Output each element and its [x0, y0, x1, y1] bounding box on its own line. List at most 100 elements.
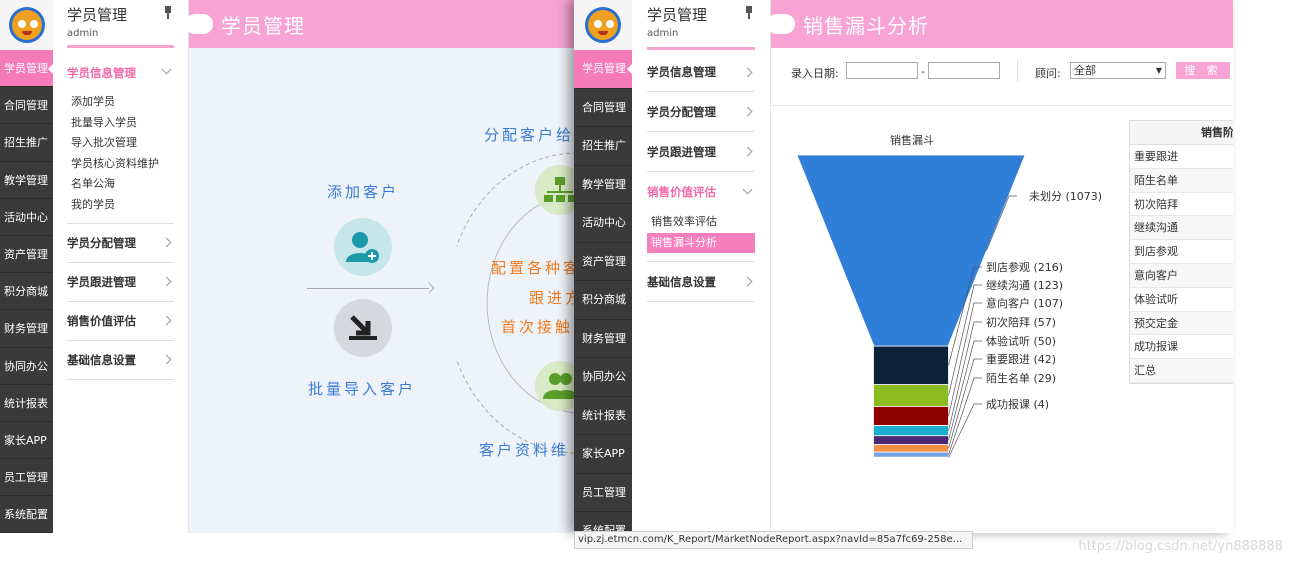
table-header: 销售阶 — [1130, 121, 1233, 145]
nav-item-contract[interactable]: 合同管理 — [574, 89, 632, 127]
funnel-segment-5[interactable] — [873, 435, 949, 446]
start-date-input[interactable] — [846, 62, 918, 79]
app-logo — [574, 0, 632, 50]
table-row: 体验试听 — [1130, 288, 1233, 312]
funnel-segment-1[interactable] — [873, 345, 949, 386]
funnel-segment-2[interactable] — [873, 384, 949, 407]
nav-item-teaching[interactable]: 教学管理 — [0, 162, 53, 199]
nav-item-finance[interactable]: 财务管理 — [0, 310, 53, 348]
sidebar-user: admin — [647, 28, 679, 39]
sidebar-group-assign: 学员分配管理 — [67, 224, 174, 263]
nav-item-enrollment[interactable]: 招生推广 — [574, 127, 632, 166]
sales-funnel-window: 学员管理 合同管理 招生推广 教学管理 活动中心 资产管理 积分商城 财务管理 … — [574, 0, 1233, 533]
sidebar-group-header[interactable]: 学员跟进管理 — [67, 263, 174, 301]
nav-item-assets[interactable]: 资产管理 — [0, 236, 53, 274]
nav-item-staff[interactable]: 员工管理 — [0, 459, 53, 497]
import-icon — [349, 315, 377, 340]
sidebar-group-header[interactable]: 基础信息设置 — [647, 262, 755, 302]
sales-stage-table: 销售阶 重要跟进 陌生名单 初次陪拜 继续沟通 到店参观 意向客户 体验试听 预… — [1129, 120, 1233, 384]
submenu-item-sales-funnel[interactable]: 销售漏斗分析 — [647, 232, 755, 253]
nav-item-student[interactable]: 学员管理 — [574, 50, 632, 89]
nav-item-parent-app[interactable]: 家长APP — [574, 435, 632, 474]
sidebar-group-header[interactable]: 销售价值评估 — [647, 172, 755, 212]
funnel-segment-8[interactable] — [873, 456, 949, 459]
add-customer-label: 添加客户 — [327, 183, 400, 201]
table-row: 成功报课 — [1130, 335, 1233, 360]
sidebar-group-header[interactable]: 销售价值评估 — [67, 302, 174, 340]
header-pill-icon — [767, 14, 795, 34]
pin-icon[interactable] — [164, 6, 172, 20]
sidebar-header: 学员管理 admin — [647, 0, 755, 50]
nav-item-office[interactable]: 协同办公 — [574, 358, 632, 397]
nav-item-activity[interactable]: 活动中心 — [574, 204, 632, 243]
table-row: 重要跟进 — [1130, 145, 1233, 169]
sidebar-group-header[interactable]: 学员分配管理 — [67, 224, 174, 262]
batch-import-button[interactable] — [334, 299, 392, 357]
sales-funnel-chart: 未划分 (1073) 到店参观 (216) 继续沟通 (123) 意向客户 (107)… — [796, 154, 1102, 459]
funnel-label-1: 到店参观 (216) — [986, 260, 1063, 274]
sidebar-group-header[interactable]: 学员分配管理 — [647, 92, 755, 132]
add-customer-button[interactable] — [334, 218, 392, 276]
table-row: 意向客户 — [1130, 263, 1233, 288]
app-logo — [0, 0, 53, 50]
sidebar-group-header[interactable]: 学员跟进管理 — [647, 132, 755, 172]
chart-title: 销售漏斗 — [890, 134, 934, 147]
nav-item-reports[interactable]: 统计报表 — [574, 397, 632, 435]
funnel-label-3: 意向客户 (107) — [986, 296, 1063, 310]
nav-item-points-mall[interactable]: 积分商城 — [0, 273, 53, 311]
submenu-item-batch-import[interactable]: 批量导入学员 — [67, 113, 174, 134]
submenu-item-sales-efficiency[interactable]: 销售效率评估 — [647, 212, 755, 233]
nav-item-office[interactable]: 协同办公 — [0, 348, 53, 385]
sidebar-group-follow: 学员跟进管理 — [67, 263, 174, 302]
funnel-segment-4[interactable] — [873, 425, 949, 437]
arrow-right-icon — [423, 282, 435, 294]
nav-item-assets[interactable]: 资产管理 — [574, 243, 632, 281]
status-bar-url: vip.zj.etmcn.com/K_Report/MarketNodeRepo… — [574, 531, 973, 549]
sidebar-group-sales-value: 销售价值评估 销售效率评估 销售漏斗分析 — [647, 172, 755, 262]
nav-item-finance[interactable]: 财务管理 — [574, 320, 632, 358]
end-date-input[interactable] — [928, 62, 1000, 79]
student-management-window: 学员管理 合同管理 招生推广 教学管理 活动中心 资产管理 积分商城 财务管理 … — [0, 0, 580, 533]
maintain-label: 客户资料维 — [479, 441, 570, 459]
main-nav: 学员管理 合同管理 招生推广 教学管理 活动中心 资产管理 积分商城 财务管理 … — [574, 0, 632, 533]
advisor-select[interactable]: 全部 — [1070, 62, 1166, 79]
advisor-label: 顾问: — [1035, 67, 1061, 80]
watermark: https://blog.csdn.net/yn888888 — [1078, 539, 1283, 554]
sidebar-group-header[interactable]: 基础信息设置 — [67, 341, 174, 379]
funnel-label-2: 继续沟通 (123) — [986, 278, 1063, 292]
nav-item-system[interactable]: 系统配置 — [574, 512, 632, 533]
flow-arrow-line — [307, 288, 429, 289]
submenu-item-core-data[interactable]: 学员核心资料维护 — [67, 154, 174, 175]
assign-customer-label: 分配客户给 — [484, 126, 575, 144]
submenu-item-public-pool[interactable]: 名单公海 — [67, 174, 174, 195]
submenu-item-add-student[interactable]: 添加学员 — [67, 92, 174, 113]
sidebar-group-header[interactable]: 学员信息管理 — [67, 54, 174, 92]
funnel-segment-7[interactable] — [873, 451, 949, 458]
search-button[interactable]: 搜 索 — [1176, 62, 1230, 79]
nav-item-system[interactable]: 系统配置 — [0, 496, 53, 533]
nav-item-parent-app[interactable]: 家长APP — [0, 422, 53, 460]
submenu-item-batch-manage[interactable]: 导入批次管理 — [67, 133, 174, 154]
nav-item-reports[interactable]: 统计报表 — [0, 385, 53, 422]
submenu-item-my-students[interactable]: 我的学员 — [67, 195, 174, 216]
table-row: 陌生名单 — [1130, 168, 1233, 193]
nav-item-points-mall[interactable]: 积分商城 — [574, 281, 632, 320]
funnel-label-5: 体验试听 (50) — [986, 334, 1056, 348]
funnel-label-4: 初次陪拜 (57) — [986, 315, 1056, 329]
sidebar-group-basic-settings: 基础信息设置 — [647, 262, 755, 302]
sidebar-group-header[interactable]: 学员信息管理 — [647, 50, 755, 92]
sidebar-group-basic-settings: 基础信息设置 — [67, 341, 174, 380]
nav-item-contract[interactable]: 合同管理 — [0, 87, 53, 125]
entry-date-label: 录入日期: — [791, 67, 839, 80]
nav-item-activity[interactable]: 活动中心 — [0, 199, 53, 236]
table-row: 汇总 — [1130, 359, 1233, 383]
funnel-segment-3[interactable] — [873, 406, 949, 426]
nav-item-student[interactable]: 学员管理 — [0, 50, 53, 88]
nav-item-teaching[interactable]: 教学管理 — [574, 166, 632, 204]
funnel-segment-6[interactable] — [873, 444, 949, 453]
first-contact-label: 首次接触 — [501, 318, 574, 336]
sidebar-title: 学员管理 — [67, 6, 128, 24]
nav-item-enrollment[interactable]: 招生推广 — [0, 124, 53, 162]
pin-icon[interactable] — [745, 6, 753, 20]
nav-item-staff[interactable]: 员工管理 — [574, 474, 632, 512]
